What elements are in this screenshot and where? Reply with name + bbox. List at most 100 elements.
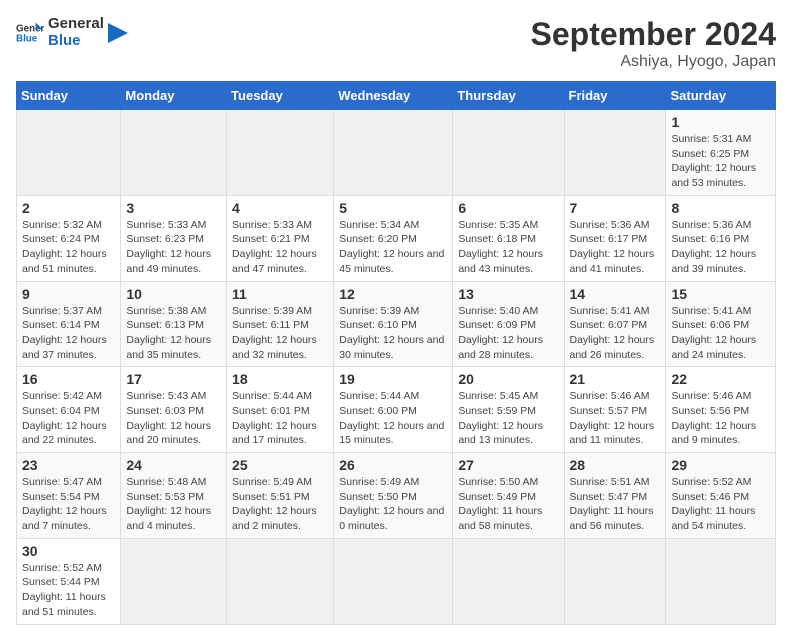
day-info: Sunrise: 5:38 AM Sunset: 6:13 PM Dayligh… [126,304,221,363]
daylight-text: Daylight: 12 hours and 51 minutes. [22,248,107,275]
day-number: 8 [671,200,770,216]
sunset-text: Sunset: 6:03 PM [126,405,204,417]
day-info: Sunrise: 5:52 AM Sunset: 5:44 PM Dayligh… [22,561,115,620]
day-info: Sunrise: 5:44 AM Sunset: 6:01 PM Dayligh… [232,389,328,448]
calendar-cell [666,538,776,624]
logo: General Blue General Blue [16,16,128,49]
calendar-cell: 20 Sunrise: 5:45 AM Sunset: 5:59 PM Dayl… [453,367,564,453]
daylight-text: Daylight: 12 hours and 37 minutes. [22,334,107,361]
calendar-cell [17,110,121,196]
calendar-cell: 10 Sunrise: 5:38 AM Sunset: 6:13 PM Dayl… [121,281,227,367]
day-number: 12 [339,286,447,302]
daylight-text: Daylight: 11 hours and 56 minutes. [570,505,654,532]
sunrise-text: Sunrise: 5:42 AM [22,390,102,402]
sunset-text: Sunset: 5:44 PM [22,576,100,588]
day-number: 10 [126,286,221,302]
sunrise-text: Sunrise: 5:37 AM [22,305,102,317]
calendar-week-row: 23 Sunrise: 5:47 AM Sunset: 5:54 PM Dayl… [17,453,776,539]
sunrise-text: Sunrise: 5:46 AM [570,390,650,402]
sunrise-text: Sunrise: 5:38 AM [126,305,206,317]
calendar-cell: 22 Sunrise: 5:46 AM Sunset: 5:56 PM Dayl… [666,367,776,453]
daylight-text: Daylight: 12 hours and 35 minutes. [126,334,211,361]
sunrise-text: Sunrise: 5:39 AM [339,305,419,317]
sunset-text: Sunset: 6:18 PM [458,233,536,245]
day-number: 25 [232,457,328,473]
calendar-week-row: 16 Sunrise: 5:42 AM Sunset: 6:04 PM Dayl… [17,367,776,453]
sunrise-text: Sunrise: 5:52 AM [671,476,751,488]
header-monday: Monday [121,82,227,110]
day-info: Sunrise: 5:43 AM Sunset: 6:03 PM Dayligh… [126,389,221,448]
day-number: 3 [126,200,221,216]
day-info: Sunrise: 5:46 AM Sunset: 5:56 PM Dayligh… [671,389,770,448]
daylight-text: Daylight: 12 hours and 7 minutes. [22,505,107,532]
day-info: Sunrise: 5:42 AM Sunset: 6:04 PM Dayligh… [22,389,115,448]
sunrise-text: Sunrise: 5:50 AM [458,476,538,488]
sunrise-text: Sunrise: 5:45 AM [458,390,538,402]
sunset-text: Sunset: 6:25 PM [671,148,749,160]
calendar-cell: 18 Sunrise: 5:44 AM Sunset: 6:01 PM Dayl… [227,367,334,453]
day-number: 5 [339,200,447,216]
sunset-text: Sunset: 6:17 PM [570,233,648,245]
sunset-text: Sunset: 5:50 PM [339,491,417,503]
daylight-text: Daylight: 12 hours and 24 minutes. [671,334,756,361]
sunrise-text: Sunrise: 5:39 AM [232,305,312,317]
day-number: 9 [22,286,115,302]
day-info: Sunrise: 5:34 AM Sunset: 6:20 PM Dayligh… [339,218,447,277]
daylight-text: Daylight: 12 hours and 41 minutes. [570,248,655,275]
day-info: Sunrise: 5:45 AM Sunset: 5:59 PM Dayligh… [458,389,558,448]
day-number: 7 [570,200,661,216]
sunset-text: Sunset: 6:23 PM [126,233,204,245]
day-number: 17 [126,371,221,387]
calendar-cell: 9 Sunrise: 5:37 AM Sunset: 6:14 PM Dayli… [17,281,121,367]
calendar-cell [121,110,227,196]
sunset-text: Sunset: 6:07 PM [570,319,648,331]
day-number: 30 [22,543,115,559]
daylight-text: Daylight: 12 hours and 0 minutes. [339,505,444,532]
day-info: Sunrise: 5:48 AM Sunset: 5:53 PM Dayligh… [126,475,221,534]
day-info: Sunrise: 5:37 AM Sunset: 6:14 PM Dayligh… [22,304,115,363]
sunrise-text: Sunrise: 5:41 AM [671,305,751,317]
calendar-cell: 24 Sunrise: 5:48 AM Sunset: 5:53 PM Dayl… [121,453,227,539]
calendar-cell: 7 Sunrise: 5:36 AM Sunset: 6:17 PM Dayli… [564,195,666,281]
sunrise-text: Sunrise: 5:41 AM [570,305,650,317]
day-info: Sunrise: 5:49 AM Sunset: 5:51 PM Dayligh… [232,475,328,534]
sunrise-text: Sunrise: 5:32 AM [22,219,102,231]
sunrise-text: Sunrise: 5:40 AM [458,305,538,317]
day-info: Sunrise: 5:44 AM Sunset: 6:00 PM Dayligh… [339,389,447,448]
header-sunday: Sunday [17,82,121,110]
sunset-text: Sunset: 6:11 PM [232,319,309,331]
calendar-header-row: Sunday Monday Tuesday Wednesday Thursday… [17,82,776,110]
calendar-table: Sunday Monday Tuesday Wednesday Thursday… [16,81,776,625]
day-number: 14 [570,286,661,302]
daylight-text: Daylight: 12 hours and 32 minutes. [232,334,317,361]
day-info: Sunrise: 5:51 AM Sunset: 5:47 PM Dayligh… [570,475,661,534]
day-number: 13 [458,286,558,302]
calendar-cell: 5 Sunrise: 5:34 AM Sunset: 6:20 PM Dayli… [334,195,453,281]
day-info: Sunrise: 5:47 AM Sunset: 5:54 PM Dayligh… [22,475,115,534]
calendar-cell: 2 Sunrise: 5:32 AM Sunset: 6:24 PM Dayli… [17,195,121,281]
calendar-week-row: 2 Sunrise: 5:32 AM Sunset: 6:24 PM Dayli… [17,195,776,281]
daylight-text: Daylight: 12 hours and 28 minutes. [458,334,543,361]
sunrise-text: Sunrise: 5:35 AM [458,219,538,231]
title-block: September 2024 Ashiya, Hyogo, Japan [531,16,776,71]
logo-icon: General Blue [16,19,44,47]
calendar-cell: 16 Sunrise: 5:42 AM Sunset: 6:04 PM Dayl… [17,367,121,453]
calendar-cell: 23 Sunrise: 5:47 AM Sunset: 5:54 PM Dayl… [17,453,121,539]
sunset-text: Sunset: 6:20 PM [339,233,417,245]
daylight-text: Daylight: 12 hours and 39 minutes. [671,248,756,275]
daylight-text: Daylight: 12 hours and 43 minutes. [458,248,543,275]
sunset-text: Sunset: 6:10 PM [339,319,417,331]
calendar-cell [564,110,666,196]
header-saturday: Saturday [666,82,776,110]
daylight-text: Daylight: 12 hours and 26 minutes. [570,334,655,361]
daylight-text: Daylight: 12 hours and 20 minutes. [126,420,211,447]
sunrise-text: Sunrise: 5:44 AM [339,390,419,402]
day-number: 19 [339,371,447,387]
day-number: 27 [458,457,558,473]
daylight-text: Daylight: 11 hours and 51 minutes. [22,591,106,618]
calendar-cell: 14 Sunrise: 5:41 AM Sunset: 6:07 PM Dayl… [564,281,666,367]
sunrise-text: Sunrise: 5:36 AM [671,219,751,231]
calendar-cell: 25 Sunrise: 5:49 AM Sunset: 5:51 PM Dayl… [227,453,334,539]
day-info: Sunrise: 5:36 AM Sunset: 6:16 PM Dayligh… [671,218,770,277]
sunrise-text: Sunrise: 5:46 AM [671,390,751,402]
